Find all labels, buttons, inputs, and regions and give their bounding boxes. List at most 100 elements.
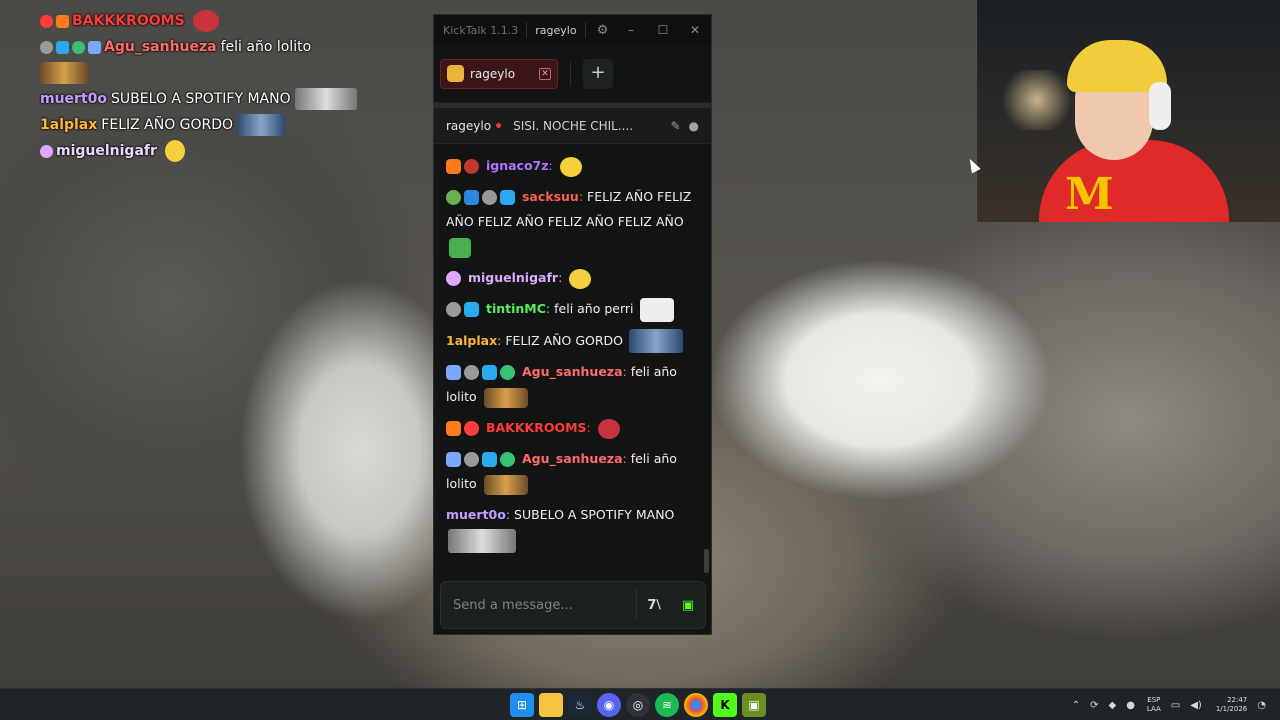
notification-bell-icon[interactable]: ◔ [1257, 700, 1266, 711]
message-username[interactable]: sacksuu [522, 189, 579, 204]
badge-icon [464, 452, 479, 467]
badge-icon [446, 271, 461, 286]
mcdonalds-logo-icon: M [1065, 169, 1114, 220]
pin-icon[interactable]: ✎ [670, 119, 680, 133]
network-icon[interactable]: ▭ [1171, 700, 1180, 711]
obs-icon[interactable]: ◎ [626, 693, 650, 717]
dancing-emote-icon [40, 62, 88, 84]
badge-icon [464, 365, 479, 380]
emote-picker-icon[interactable]: ▣ [671, 598, 705, 613]
chat-message: muert0o: SUBELO A SPOTIFY MANO [446, 502, 692, 553]
message-composer: 7⧵ ▣ [440, 581, 706, 629]
title-bar[interactable]: KickTalk 1.1.3 rageylo ⚙ – ☐ ✕ [434, 15, 711, 45]
yellow-face-emote-icon [559, 156, 582, 177]
app-title: KickTalk 1.1.3 [443, 23, 519, 37]
message-username[interactable]: 1alplax [446, 333, 497, 348]
chrome-icon[interactable] [684, 693, 708, 717]
chat-message: Agu_sanhueza: feli año lolito [446, 446, 692, 496]
dancing-emote-icon [483, 474, 528, 495]
overlay-row [40, 60, 400, 86]
badge-icon [446, 452, 461, 467]
overlay-row: BAKKKROOMS [40, 8, 400, 34]
overlay-text: FELIZ AÑO GORDO [101, 117, 234, 133]
badge-icon [464, 159, 479, 174]
chat-messages[interactable]: ignaco7z: sacksuu: FELIZ AÑO FELIZ AÑO F… [434, 149, 704, 579]
tab-label: rageylo [470, 66, 516, 81]
steam-icon[interactable]: ♨ [568, 693, 592, 717]
kick-emote-button[interactable]: 7⧵ [637, 598, 671, 613]
badge-icon [500, 190, 515, 205]
spotify-icon[interactable]: ≋ [655, 693, 679, 717]
kicktalk-icon[interactable]: ▣ [742, 693, 766, 717]
message-username[interactable]: Agu_sanhueza [522, 364, 623, 379]
message-username[interactable]: BAKKKROOMS [486, 420, 587, 435]
badge-icon [446, 159, 461, 174]
tab-rageylo[interactable]: rageylo ✕ [440, 58, 558, 89]
overlay-row: 1alplax FELIZ AÑO GORDO [40, 112, 400, 138]
verified-badge-icon [500, 452, 515, 467]
badge-icon [40, 144, 53, 158]
microphone-icon[interactable]: ● [1126, 700, 1135, 711]
start-windows-icon[interactable]: ⊞ [510, 693, 534, 717]
overlay-text: SUBELO A SPOTIFY MANO [111, 91, 291, 107]
chat-message: ignaco7z: [446, 153, 692, 178]
clock[interactable]: 22:47 1/1/2026 [1216, 696, 1247, 714]
file-explorer-icon[interactable] [539, 693, 563, 717]
badge-icon [88, 40, 101, 54]
lips-emote-icon [192, 10, 219, 32]
message-input[interactable] [441, 582, 636, 628]
channel-name[interactable]: rageylo [446, 119, 491, 133]
current-user[interactable]: rageylo [535, 24, 576, 37]
dog-emote-icon [640, 297, 675, 322]
message-username[interactable]: ignaco7z [486, 158, 549, 173]
message-username[interactable]: muert0o [446, 507, 506, 522]
badge-icon [56, 14, 69, 28]
message-username[interactable]: Agu_sanhueza [522, 451, 623, 466]
close-icon[interactable]: ✕ [679, 23, 711, 37]
sync-icon[interactable]: ⟳ [1090, 700, 1098, 711]
taskbar-apps: ⊞ ♨ ◉ ◎ ≋ K ▣ [510, 693, 771, 717]
settings-gear-icon[interactable]: ⚙ [594, 23, 612, 38]
system-tray: ⌃ ⟳ ◆ ● ESP LAA ▭ ◀) 22:47 1/1/2026 ◔ [1062, 691, 1266, 719]
chat-message: sacksuu: FELIZ AÑO FELIZ AÑO FELIZ AÑO F… [446, 184, 692, 259]
overlay-username: miguelnigafr [56, 143, 157, 159]
stream-title: SISI. NOCHE CHIL.... [513, 118, 634, 133]
badge-icon [446, 302, 461, 317]
message-text: SUBELO A SPOTIFY MANO [514, 507, 675, 522]
kick-icon[interactable]: K [713, 693, 737, 717]
chat-message: Agu_sanhueza: feli año lolito [446, 359, 692, 409]
chevron-up-icon[interactable]: ⌃ [1072, 700, 1080, 711]
discord-icon[interactable]: ◉ [597, 693, 621, 717]
channel-header: rageylo SISI. NOCHE CHIL.... ✎ ● [434, 108, 711, 144]
overlay-row: Agu_sanhueza feli año lolito [40, 34, 400, 60]
add-tab-button[interactable]: + [583, 58, 613, 89]
verified-badge-icon [500, 365, 515, 380]
message-username[interactable]: tintinMC [486, 301, 546, 316]
headphones-icon [1149, 82, 1171, 130]
maximize-icon[interactable]: ☐ [647, 23, 679, 37]
avatar [447, 65, 464, 82]
overlay-username: muert0o [40, 91, 108, 107]
badge-icon [40, 40, 53, 54]
minimize-icon[interactable]: – [615, 23, 647, 37]
lips-emote-icon [597, 418, 620, 439]
cat-emote-icon [448, 528, 516, 553]
shield-icon[interactable]: ◆ [1108, 700, 1116, 711]
badge-icon [446, 190, 461, 205]
chat-message: tintinMC: feli año perri [446, 296, 692, 322]
overlay-row: miguelnigafr [40, 138, 400, 164]
keyboard-language[interactable]: ESP LAA [1147, 696, 1161, 714]
live-indicator-icon [496, 123, 502, 128]
tab-close-icon[interactable]: ✕ [539, 67, 551, 80]
user-icon[interactable]: ● [689, 119, 699, 133]
badge-icon [482, 190, 497, 205]
cat-emote-icon [294, 88, 357, 110]
frog-emote-icon [449, 237, 471, 258]
message-username[interactable]: miguelnigafr [468, 270, 558, 285]
message-text: FELIZ AÑO GORDO [505, 332, 624, 348]
chat-scrollbar[interactable] [704, 549, 709, 573]
yellow-face-emote-icon [569, 268, 592, 289]
volume-icon[interactable]: ◀) [1190, 700, 1202, 711]
chat-message: miguelnigafr: [446, 265, 692, 290]
overlay-text: feli año lolito [220, 39, 312, 55]
